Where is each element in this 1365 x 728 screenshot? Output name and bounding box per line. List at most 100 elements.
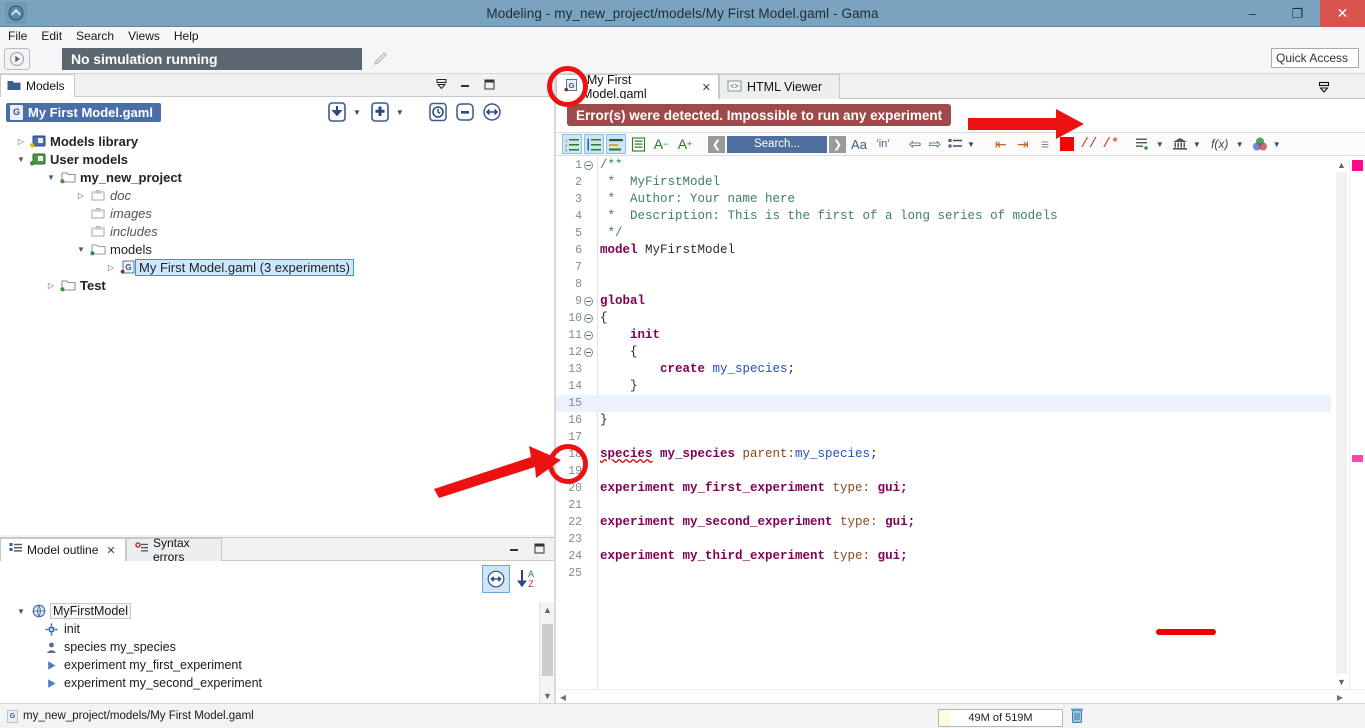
search-next-icon[interactable]: ❯ bbox=[829, 135, 846, 153]
tree-item-my-first-model[interactable]: ▷ G My First Model.gaml (3 experiments) bbox=[0, 258, 552, 276]
outline-numbered-icon[interactable]: 1 2 3 bbox=[562, 134, 582, 154]
code-line[interactable]: 3 * Author: Your name here bbox=[556, 191, 1331, 208]
chevron-down-icon[interactable]: ▼ bbox=[12, 607, 30, 616]
function-icon[interactable]: f(x) bbox=[1207, 134, 1233, 154]
tree-item-user-models[interactable]: ▼ User models bbox=[0, 150, 552, 168]
outline-item-second-experiment[interactable]: experiment my_second_experiment bbox=[0, 674, 538, 692]
close-icon[interactable]: ✕ bbox=[702, 81, 711, 94]
fold-toggle-icon[interactable] bbox=[584, 348, 593, 357]
editor-overview-ruler[interactable] bbox=[1349, 157, 1365, 689]
code-line[interactable]: 24 experiment my_third_experiment type: g… bbox=[556, 548, 1331, 565]
code-line[interactable]: 6 model MyFirstModel bbox=[556, 242, 1331, 259]
line-comment-icon[interactable]: // bbox=[1079, 134, 1099, 154]
code-line[interactable]: 20 experiment my_first_experiment type: g… bbox=[556, 480, 1331, 497]
outline-mixed-icon[interactable] bbox=[606, 134, 626, 154]
sort-az-icon[interactable]: A Z bbox=[514, 566, 540, 592]
chevron-down-icon[interactable]: ▼ bbox=[14, 155, 28, 164]
fold-toggle-icon[interactable] bbox=[584, 297, 593, 306]
import-dropdown-caret[interactable]: ▼ bbox=[353, 108, 361, 117]
code-line[interactable]: 15 bbox=[556, 395, 1331, 412]
word-wrap-icon[interactable] bbox=[628, 134, 648, 154]
tree-item-models-library[interactable]: ▷ Models library bbox=[0, 132, 552, 150]
link-with-editor-icon[interactable] bbox=[482, 565, 510, 593]
tab-html-viewer[interactable]: <> HTML Viewer bbox=[719, 74, 840, 99]
palette-icon[interactable] bbox=[1250, 134, 1270, 154]
decrease-font-icon[interactable]: A − bbox=[650, 134, 672, 154]
menu-help[interactable]: Help bbox=[174, 29, 199, 43]
outline-tree-icon[interactable] bbox=[584, 134, 604, 154]
template-dropdown-caret[interactable]: ▼ bbox=[1156, 140, 1164, 149]
pencil-icon[interactable] bbox=[372, 50, 390, 68]
unindent-icon[interactable]: ⇤ bbox=[991, 134, 1011, 154]
minimize-icon[interactable] bbox=[508, 542, 521, 555]
link-editor-icon[interactable] bbox=[480, 100, 504, 124]
import-model-icon[interactable] bbox=[325, 100, 349, 124]
code-lines[interactable]: 1/** 2 * MyFirstModel 3 * Author: Your nam… bbox=[556, 157, 1331, 689]
block-comment-icon[interactable]: /* bbox=[1101, 134, 1121, 154]
minimize-button[interactable]: – bbox=[1230, 0, 1275, 27]
palette-dropdown-caret[interactable]: ▼ bbox=[1273, 140, 1281, 149]
code-line[interactable]: 9 global bbox=[556, 293, 1331, 310]
builtin-dropdown-caret[interactable]: ▼ bbox=[1193, 140, 1201, 149]
restore-view-icon[interactable] bbox=[1317, 81, 1331, 100]
code-line[interactable]: 2 * MyFirstModel bbox=[556, 174, 1331, 191]
chevron-right-icon[interactable]: ▷ bbox=[74, 191, 88, 200]
indent-icon[interactable]: ⇥ bbox=[1013, 134, 1033, 154]
tree-item-images[interactable]: images bbox=[0, 204, 552, 222]
tree-item-models-folder[interactable]: ▼ models bbox=[0, 240, 552, 258]
scroll-up-icon[interactable]: ▲ bbox=[540, 602, 555, 617]
tree-item-includes[interactable]: includes bbox=[0, 222, 552, 240]
close-icon[interactable]: ✕ bbox=[106, 544, 115, 557]
new-model-dropdown-caret[interactable]: ▼ bbox=[396, 108, 404, 117]
tab-models[interactable]: Models bbox=[0, 74, 75, 97]
chevron-right-icon[interactable]: ▷ bbox=[44, 281, 58, 290]
code-line[interactable]: 19 bbox=[556, 463, 1331, 480]
code-line[interactable]: 18 species my_species parent:my_species; bbox=[556, 446, 1331, 463]
scrollbar-thumb[interactable] bbox=[542, 624, 553, 676]
code-line[interactable]: 5 */ bbox=[556, 225, 1331, 242]
whole-word-icon[interactable]: 'in' bbox=[872, 134, 894, 154]
scroll-right-icon[interactable]: ▶ bbox=[1333, 690, 1347, 703]
current-model-chip[interactable]: G My First Model.gaml bbox=[6, 102, 161, 122]
fold-toggle-icon[interactable] bbox=[584, 161, 593, 170]
trash-icon[interactable] bbox=[1070, 707, 1084, 728]
case-sensitive-icon[interactable]: Aa bbox=[848, 134, 870, 154]
scroll-down-icon[interactable]: ▼ bbox=[540, 688, 555, 703]
code-line[interactable]: 17 bbox=[556, 429, 1331, 446]
error-marker-top[interactable] bbox=[1352, 160, 1363, 171]
search-prev-icon[interactable]: ❮ bbox=[708, 135, 725, 153]
fold-toggle-icon[interactable] bbox=[584, 331, 593, 340]
color-picker-icon[interactable] bbox=[1057, 134, 1077, 154]
scroll-down-icon[interactable]: ▼ bbox=[1334, 674, 1349, 689]
format-icon[interactable]: ≡ bbox=[1035, 134, 1055, 154]
heap-indicator[interactable]: 49M of 519M bbox=[938, 707, 1084, 728]
tab-model-outline[interactable]: Model outline ✕ bbox=[0, 538, 126, 561]
code-line[interactable]: 7 bbox=[556, 259, 1331, 276]
menu-file[interactable]: File bbox=[8, 29, 27, 43]
code-line[interactable]: 14 } bbox=[556, 378, 1331, 395]
code-line[interactable]: 16} bbox=[556, 412, 1331, 429]
built-in-icon[interactable] bbox=[1170, 134, 1190, 154]
scroll-left-icon[interactable]: ◀ bbox=[556, 690, 570, 703]
scroll-up-icon[interactable]: ▲ bbox=[1334, 157, 1349, 172]
tree-item-test[interactable]: ▷ Test bbox=[0, 276, 552, 294]
outline-scrollbar[interactable]: ▲ ▼ bbox=[539, 602, 554, 703]
increase-font-icon[interactable]: A + bbox=[674, 134, 696, 154]
navigate-forward-icon[interactable]: ⇨ bbox=[926, 134, 944, 154]
scrollbar-track[interactable] bbox=[1336, 172, 1347, 674]
code-line[interactable]: 25 bbox=[556, 565, 1331, 582]
tree-item-doc[interactable]: ▷ doc bbox=[0, 186, 552, 204]
navigate-back-icon[interactable]: ⇦ bbox=[906, 134, 924, 154]
outline-item-myfirstmodel[interactable]: ▼ MyFirstModel bbox=[0, 602, 538, 620]
code-line[interactable]: 4 * Description: This is the first of a … bbox=[556, 208, 1331, 225]
outline-tree[interactable]: ▼ MyFirstModel init species my_species e… bbox=[0, 602, 538, 703]
tab-my-first-model-gaml[interactable]: G *My First Model.gaml ✕ bbox=[556, 73, 719, 101]
error-marker-line[interactable] bbox=[1352, 455, 1363, 462]
collapse-all-icon[interactable] bbox=[453, 100, 477, 124]
markers-dropdown-caret[interactable]: ▼ bbox=[967, 140, 975, 149]
models-tree[interactable]: ▷ Models library ▼ User models ▼ my_new_… bbox=[0, 127, 552, 535]
code-line[interactable]: 1 /** bbox=[556, 157, 1331, 174]
outline-item-init[interactable]: init bbox=[0, 620, 538, 638]
maximize-button[interactable]: ❐ bbox=[1275, 0, 1320, 27]
markers-list-icon[interactable] bbox=[946, 134, 964, 154]
